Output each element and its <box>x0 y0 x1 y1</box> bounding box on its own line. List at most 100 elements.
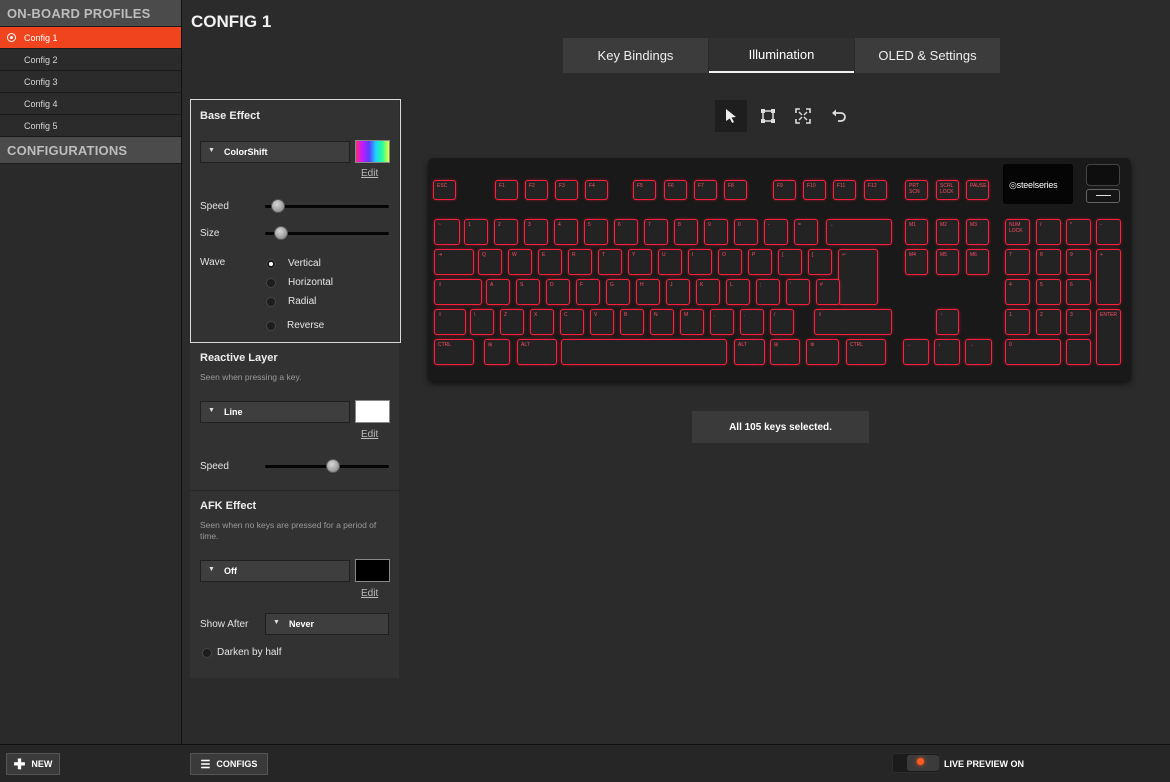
keyboard-key[interactable]: 0 <box>734 219 758 245</box>
slider-handle[interactable] <box>270 199 285 213</box>
keyboard-key[interactable]: 9 <box>1066 249 1091 275</box>
keyboard-key[interactable]: . <box>740 309 764 335</box>
keyboard-key[interactable]: * <box>1066 219 1091 245</box>
tab-key-bindings[interactable]: Key Bindings <box>563 38 708 73</box>
profile-item[interactable]: Config 4 <box>0 93 181 115</box>
keyboard-key[interactable]: K <box>696 279 720 305</box>
keyboard-key[interactable]: ⇥ <box>434 249 474 275</box>
profile-item[interactable]: Config 5 <box>0 115 181 137</box>
undo-tool-button[interactable] <box>823 100 855 132</box>
keyboard-key[interactable]: F5 <box>633 180 656 200</box>
keyboard-key[interactable]: W <box>508 249 532 275</box>
keyboard-key[interactable]: ~ <box>434 219 460 245</box>
keyboard-key[interactable]: M4 <box>905 249 928 275</box>
select-all-tool-button[interactable] <box>787 100 819 132</box>
keyboard-key[interactable]: O <box>718 249 742 275</box>
keyboard-key[interactable]: ← <box>903 339 929 365</box>
afk-effect-dropdown[interactable]: ▼ Off <box>200 560 350 582</box>
keyboard-key[interactable]: ↓ <box>934 339 960 365</box>
keyboard-key[interactable] <box>561 339 727 365</box>
keyboard-key[interactable]: ' <box>786 279 810 305</box>
keyboard-key[interactable]: 3 <box>524 219 548 245</box>
keyboard-key[interactable]: D <box>546 279 570 305</box>
tab-oled-settings[interactable]: OLED & Settings <box>855 38 1000 73</box>
keyboard-key[interactable]: S <box>516 279 540 305</box>
keyboard-key[interactable]: 4 <box>1005 279 1030 305</box>
reactive-color-swatch[interactable] <box>355 400 390 423</box>
keyboard-key[interactable]: [ <box>778 249 802 275</box>
wave-vertical-radio[interactable] <box>266 259 276 269</box>
afk-color-swatch[interactable] <box>355 559 390 582</box>
keyboard-key[interactable]: F8 <box>724 180 747 200</box>
keyboard-key[interactable]: U <box>658 249 682 275</box>
keyboard-key[interactable]: 1 <box>1005 309 1030 335</box>
keyboard-key[interactable]: - <box>764 219 788 245</box>
keyboard-key[interactable]: + <box>1096 249 1121 305</box>
configs-button[interactable]: ☰ CONFIGS <box>190 753 268 775</box>
new-button[interactable]: ✚ NEW <box>6 753 60 775</box>
afk-edit-link[interactable]: Edit <box>361 588 378 599</box>
keyboard-key[interactable]: F4 <box>585 180 608 200</box>
keyboard-key[interactable]: R <box>568 249 592 275</box>
keyboard-key[interactable]: ⇧ <box>434 309 466 335</box>
slider-handle[interactable] <box>325 459 340 473</box>
wave-radial-radio[interactable] <box>266 297 276 307</box>
keyboard-key[interactable]: SCRL LOCK <box>936 180 959 200</box>
keyboard-key[interactable]: ⊞ <box>484 339 510 365</box>
keyboard-key[interactable]: 3 <box>1066 309 1091 335</box>
keyboard-key[interactable]: 2 <box>494 219 518 245</box>
keyboard-key[interactable]: / <box>1036 219 1061 245</box>
keyboard-key[interactable]: F10 <box>803 180 826 200</box>
keyboard-key[interactable]: F7 <box>694 180 717 200</box>
keyboard-key[interactable]: J <box>666 279 690 305</box>
keyboard-key[interactable]: - <box>1096 219 1121 245</box>
keyboard-key[interactable]: ⇧ <box>814 309 892 335</box>
keyboard-key[interactable]: I <box>688 249 712 275</box>
keyboard-key[interactable]: ← <box>826 219 892 245</box>
reactive-edit-link[interactable]: Edit <box>361 429 378 440</box>
keyboard-key[interactable]: 7 <box>644 219 668 245</box>
keyboard-key[interactable]: M5 <box>936 249 959 275</box>
keyboard-key[interactable]: , <box>710 309 734 335</box>
keyboard-key[interactable]: / <box>770 309 794 335</box>
keyboard-key[interactable]: . <box>1066 339 1091 365</box>
keyboard-key[interactable]: 8 <box>1036 249 1061 275</box>
base-size-slider[interactable] <box>265 226 389 240</box>
keyboard-key[interactable]: ; <box>756 279 780 305</box>
profile-item[interactable]: Config 3 <box>0 71 181 93</box>
keyboard-key[interactable]: ↑ <box>936 309 959 335</box>
keyboard-key[interactable]: ENTER <box>1096 309 1121 365</box>
keyboard-key[interactable]: N <box>650 309 674 335</box>
live-preview-toggle[interactable] <box>892 753 940 773</box>
keyboard-key[interactable]: 4 <box>554 219 578 245</box>
keyboard-key[interactable]: E <box>538 249 562 275</box>
keyboard-key[interactable]: B <box>620 309 644 335</box>
keyboard-key[interactable]: A <box>486 279 510 305</box>
box-select-tool-button[interactable] <box>752 100 784 132</box>
keyboard-key[interactable]: Z <box>500 309 524 335</box>
keyboard-key[interactable]: 6 <box>614 219 638 245</box>
keyboard-key[interactable]: CTRL <box>846 339 886 365</box>
keyboard-key[interactable]: 5 <box>1036 279 1061 305</box>
base-effect-edit-link[interactable]: Edit <box>361 168 378 179</box>
keyboard-key[interactable]: Y <box>628 249 652 275</box>
keyboard-key[interactable]: Q <box>478 249 502 275</box>
keyboard-key[interactable]: T <box>598 249 622 275</box>
reactive-effect-dropdown[interactable]: ▼ Line <box>200 401 350 423</box>
keyboard-key[interactable]: 0 <box>1005 339 1061 365</box>
keyboard-key[interactable]: M6 <box>966 249 989 275</box>
keyboard-key[interactable]: 8 <box>674 219 698 245</box>
keyboard-key[interactable]: PAUSE <box>966 180 989 200</box>
keyboard-key[interactable]: F9 <box>773 180 796 200</box>
keyboard-key[interactable]: ESC <box>433 180 456 200</box>
keyboard-key[interactable]: # <box>816 279 840 305</box>
keyboard-key[interactable]: M2 <box>936 219 959 245</box>
keyboard-key[interactable]: 2 <box>1036 309 1061 335</box>
base-speed-slider[interactable] <box>265 199 389 213</box>
keyboard-key[interactable]: NUM LOCK <box>1005 219 1030 245</box>
keyboard-key[interactable]: ] <box>808 249 832 275</box>
show-after-dropdown[interactable]: ▼ Never <box>265 613 389 635</box>
keyboard-key[interactable]: G <box>606 279 630 305</box>
keyboard-key[interactable]: ⚙ <box>806 339 839 365</box>
keyboard-key[interactable]: F <box>576 279 600 305</box>
